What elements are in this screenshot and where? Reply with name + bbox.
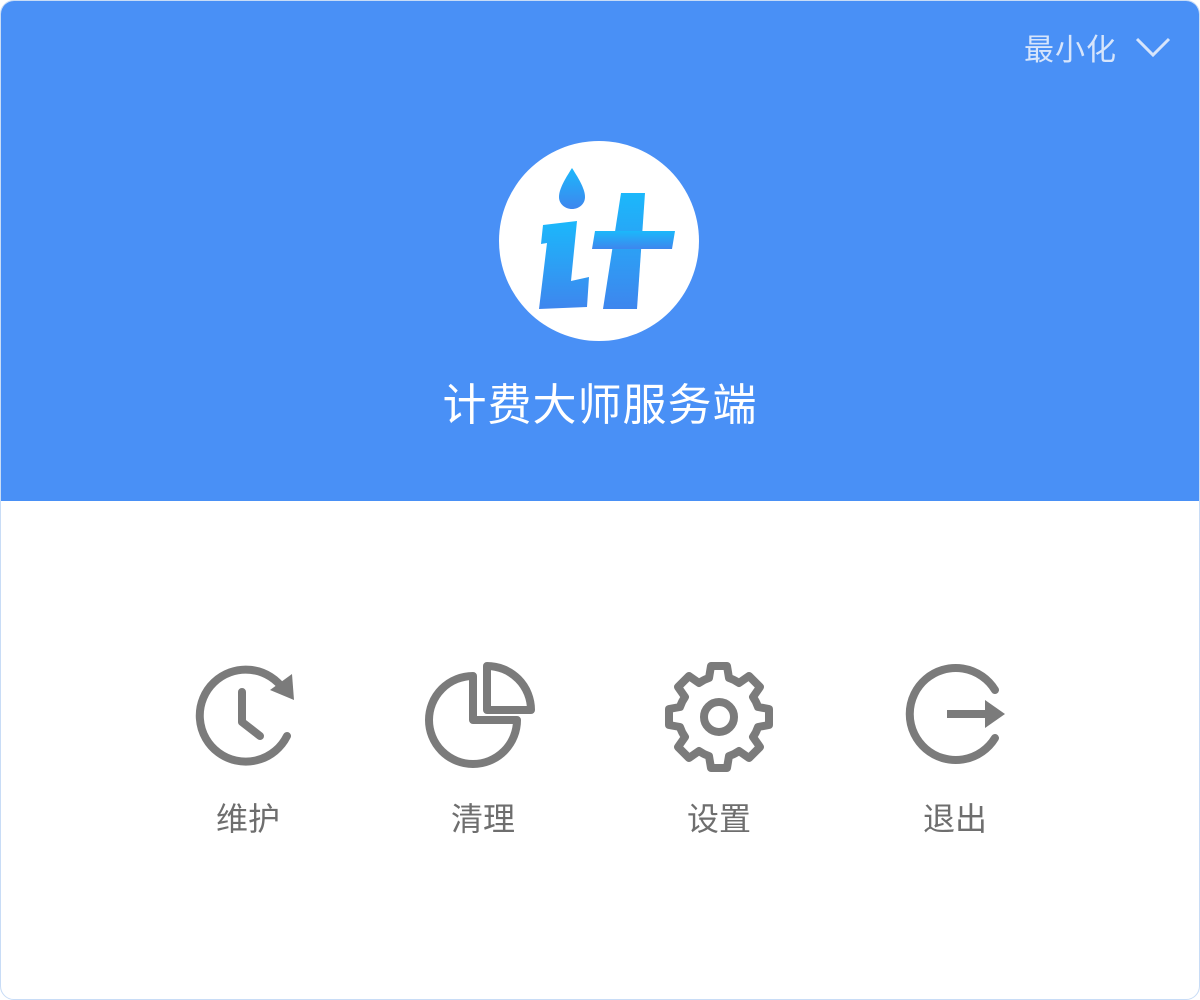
maintain-label: 维护 [215, 800, 280, 838]
app-logo [499, 141, 699, 341]
exit-icon [905, 664, 1005, 764]
app-window: 最小化 计费大师服务端 维护 清理 设置 退出 [0, 0, 1200, 1000]
it-droplet-logo-icon [539, 168, 675, 309]
minimize-button[interactable]: 最小化 [1024, 25, 1171, 69]
settings-label: 设置 [686, 800, 751, 838]
cleanup-label: 清理 [450, 800, 515, 838]
settings-button[interactable]: 设置 [639, 656, 799, 840]
cleanup-button[interactable]: 清理 [403, 656, 563, 840]
chevron-down-icon [1135, 37, 1171, 58]
action-bar: 维护 清理 设置 退出 [1, 656, 1199, 856]
exit-button[interactable]: 退出 [875, 656, 1035, 840]
maintain-button[interactable]: 维护 [168, 656, 328, 840]
app-title: 计费大师服务端 [442, 380, 758, 431]
header-banner: 最小化 计费大师服务端 [1, 1, 1199, 501]
minimize-label: 最小化 [1024, 33, 1117, 68]
clock-refresh-icon [195, 665, 294, 766]
pie-chart-icon [425, 662, 535, 768]
exit-label: 退出 [922, 800, 987, 838]
gear-icon [665, 662, 773, 772]
